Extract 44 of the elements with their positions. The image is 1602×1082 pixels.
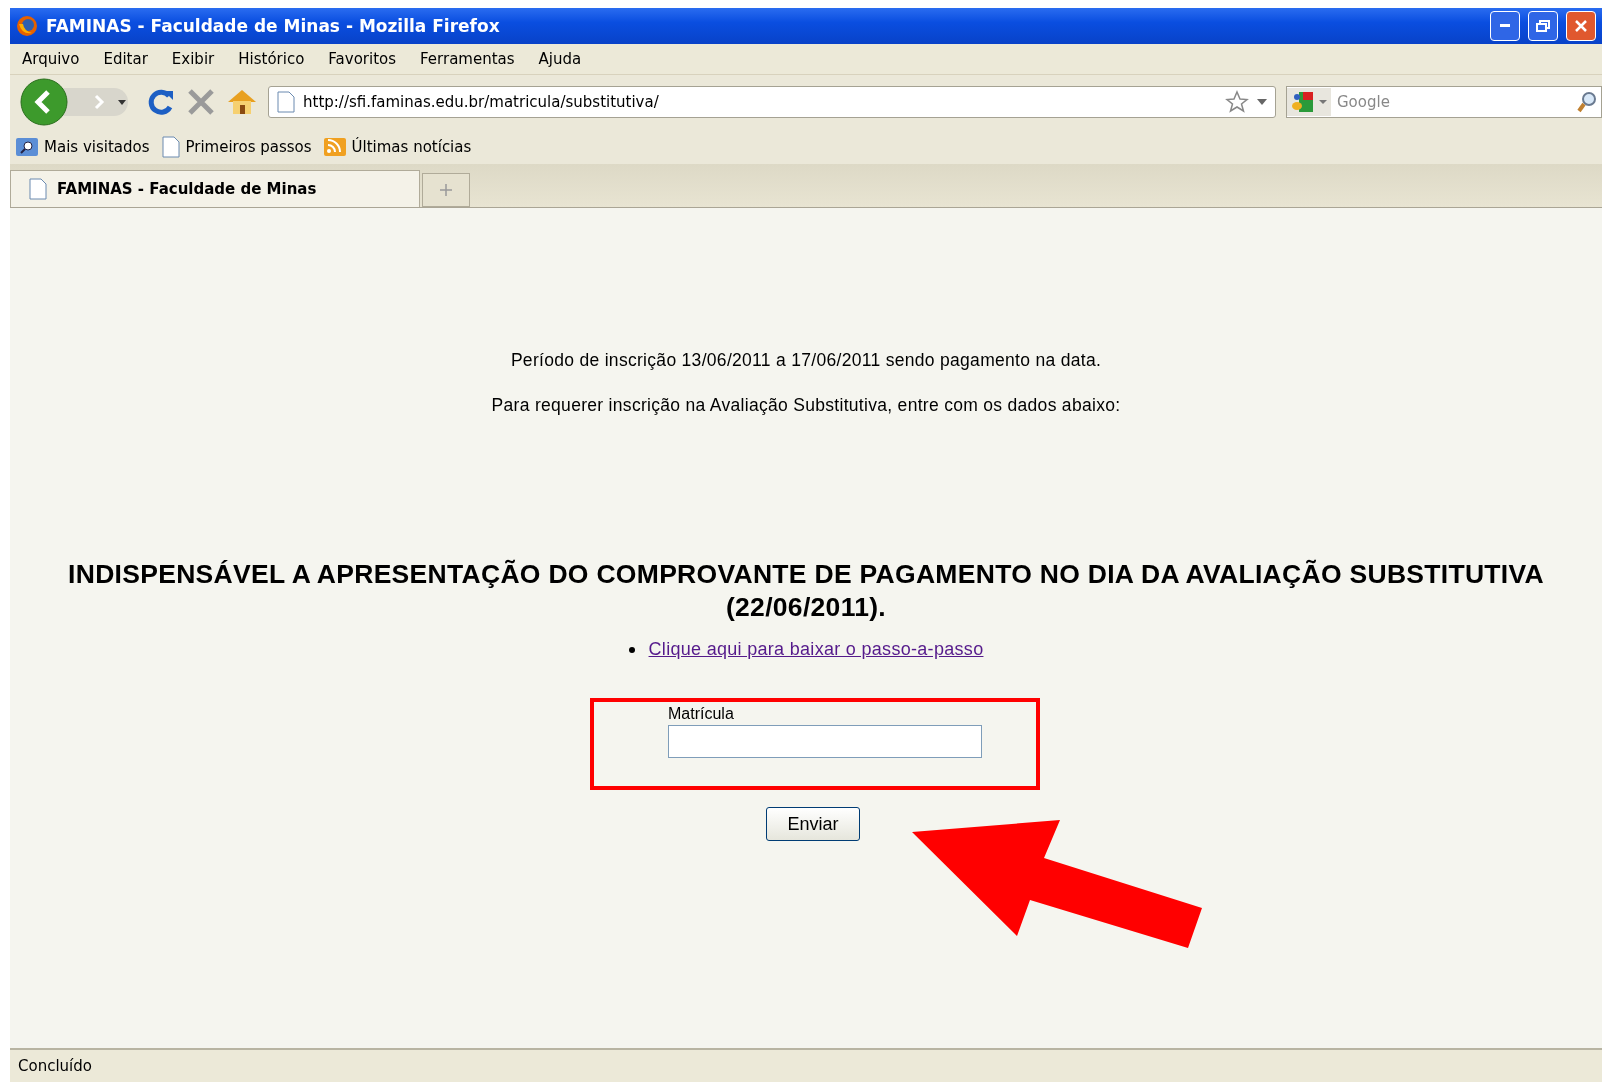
menu-item[interactable]: Histórico <box>238 50 305 68</box>
menu-item[interactable]: Exibir <box>171 50 215 68</box>
input-field[interactable] <box>668 725 982 758</box>
close-button[interactable] <box>1566 11 1596 41</box>
info-text: Para requerer inscrição na Avaliação Substitutiva, entre com os dados abaixo: <box>491 395 1121 416</box>
browser-logo-icon <box>16 15 38 37</box>
magnifier-folder-icon <box>16 137 38 156</box>
submit-button[interactable]: Enviar <box>766 807 860 841</box>
info-text: Período de inscrição 13/06/2011 a 17/06/2011 sendo pagamento na data. <box>510 350 1102 371</box>
menu-item[interactable]: Arquivo <box>22 50 80 68</box>
browser-tab[interactable]: FAMINAS - Faculdade de Minas <box>10 170 420 207</box>
field-label: Matrícula <box>668 705 735 723</box>
home-icon[interactable] <box>226 87 258 117</box>
bullet-icon <box>628 646 635 653</box>
stop-icon[interactable] <box>186 87 216 117</box>
bookmark-item[interactable]: Últimas notícias <box>323 137 472 156</box>
search-field[interactable]: Google <box>1286 86 1602 118</box>
rss-icon <box>323 137 346 156</box>
close-icon <box>1575 20 1587 32</box>
notice-heading: INDISPENSÁVEL A APRESENTAÇÃO DO COMPROVANTE DE PAGAMENTO NO DIA DA AVALIAÇÃO SUBSTITUTIVA (22/06/2011). <box>68 558 1544 624</box>
restore-button[interactable] <box>1528 11 1558 41</box>
page-icon <box>161 135 180 158</box>
bookmark-item[interactable]: Primeiros passos <box>161 135 312 158</box>
search-placeholder: Google <box>1337 93 1391 111</box>
plus-icon <box>440 184 452 196</box>
page-icon <box>29 178 47 200</box>
dropdown-arrow-icon[interactable] <box>1257 99 1267 105</box>
page-icon <box>277 91 295 113</box>
download-link[interactable]: Clique aqui para baixar o passo-a-passo <box>648 639 984 660</box>
minimize-button[interactable] <box>1490 11 1520 41</box>
search-icon[interactable] <box>1577 91 1597 113</box>
bookmark-item[interactable]: Mais visitados <box>16 137 150 156</box>
minimize-icon <box>1500 24 1510 28</box>
search-engine-icon[interactable] <box>1287 88 1331 116</box>
menu-item[interactable]: Favoritos <box>328 50 397 68</box>
menu-item[interactable]: Ferramentas <box>420 50 515 68</box>
reload-icon[interactable] <box>146 87 176 117</box>
address-bar[interactable]: http://sfi.faminas.edu.br/matricula/substitutiva/ <box>268 86 1276 118</box>
window-title: FAMINAS - Faculdade de Minas - Mozilla Firefox <box>46 16 501 36</box>
menu-item[interactable]: Editar <box>103 50 148 68</box>
url-text: http://sfi.faminas.edu.br/matricula/substitutiva/ <box>303 93 660 111</box>
restore-icon <box>1536 20 1550 32</box>
menu-item[interactable]: Ajuda <box>538 50 582 68</box>
star-icon[interactable] <box>1225 90 1249 114</box>
